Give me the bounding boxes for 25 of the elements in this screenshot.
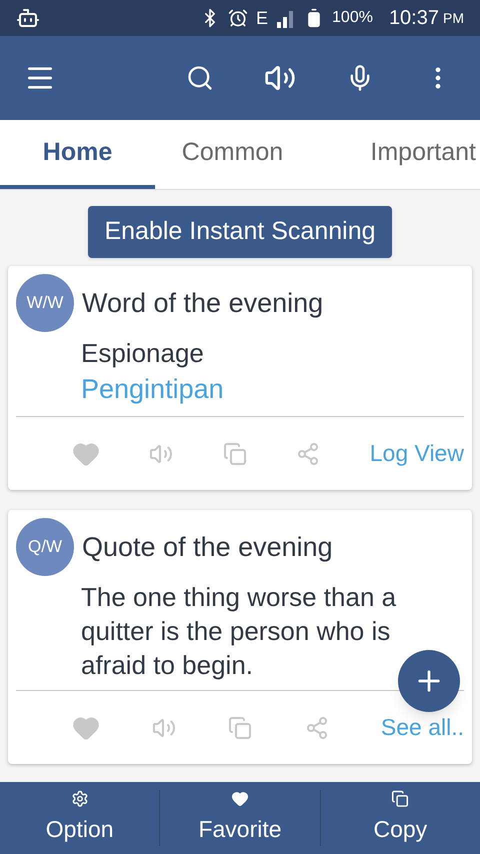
alarm-icon: [228, 8, 248, 28]
quote-text: The one thing worse than a quitter is the person who is afraid to begin.: [81, 581, 398, 682]
tab[interactable]: Home: [0, 120, 155, 189]
badge: W/W: [16, 274, 74, 332]
enable-scanning-button[interactable]: Enable Instant Scanning: [88, 206, 392, 258]
network-type: E: [256, 6, 268, 30]
tab[interactable]: Common: [155, 120, 310, 189]
share-icon[interactable]: [296, 442, 320, 466]
nav-item[interactable]: Favorite: [159, 790, 320, 846]
ampm-text: PM: [443, 8, 464, 28]
clock-text: 10:37: [388, 6, 439, 31]
share-icon[interactable]: [304, 716, 329, 740]
translation-text: Pengintipan: [81, 373, 225, 406]
nav-item[interactable]: Option: [0, 790, 160, 846]
battery-text: 100%: [332, 8, 373, 28]
nav-item[interactable]: Copy: [320, 790, 480, 846]
card-title: Word of the evening: [82, 286, 324, 320]
search-icon[interactable]: [186, 64, 214, 92]
copy-icon[interactable]: [228, 716, 252, 740]
copy-icon[interactable]: [222, 442, 247, 466]
tab[interactable]: Important: [310, 120, 480, 189]
word-text: Espionage: [81, 337, 205, 370]
robot-icon: [16, 6, 40, 30]
card-title: Quote of the evening: [82, 530, 333, 564]
badge: Q/W: [16, 518, 74, 576]
